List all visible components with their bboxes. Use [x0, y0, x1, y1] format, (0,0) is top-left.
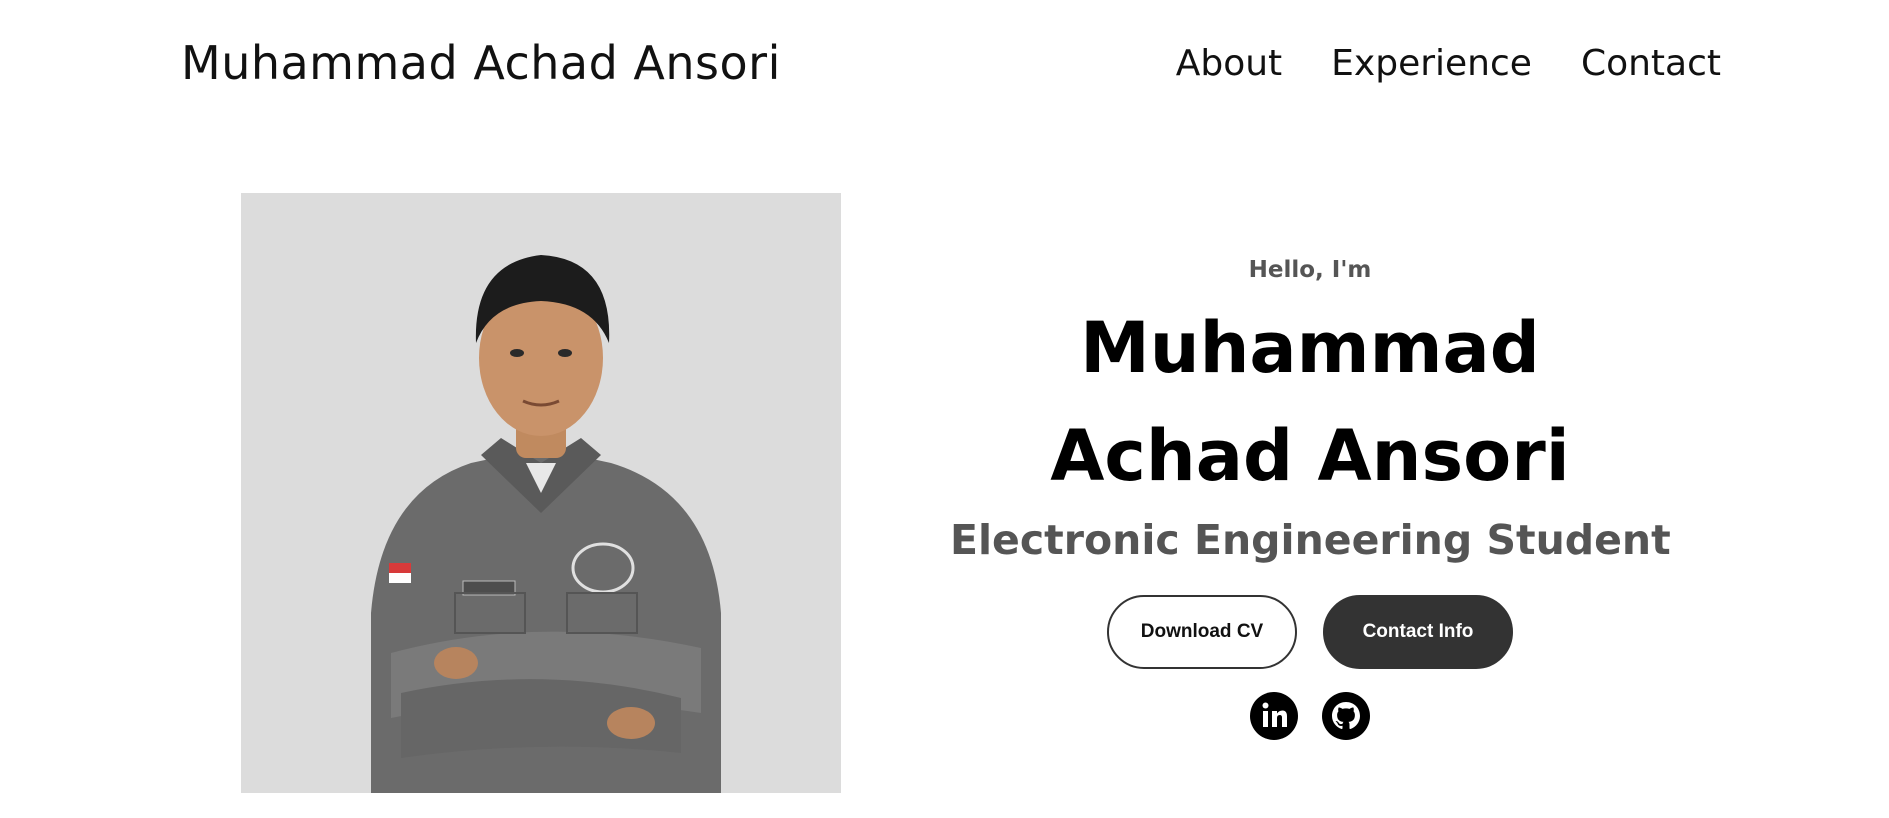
linkedin-icon	[1250, 692, 1298, 740]
hero-buttons: Download CV Contact Info	[950, 595, 1670, 669]
contact-info-button[interactable]: Contact Info	[1323, 595, 1513, 669]
greeting-text: Hello, I'm	[1248, 257, 1372, 283]
github-link[interactable]	[1322, 692, 1370, 744]
nav-link-about[interactable]: About	[1176, 40, 1282, 88]
hero-text: Hello, I'm Muhammad Achad Ansori Electro…	[950, 250, 1671, 744]
social-links	[950, 692, 1670, 744]
download-cv-button[interactable]: Download CV	[1107, 595, 1297, 669]
hero-name-line-2: Achad Ansori	[1050, 415, 1570, 497]
linkedin-link[interactable]	[1250, 692, 1298, 744]
navbar: Muhammad Achad Ansori About Experience C…	[0, 0, 1889, 125]
nav-link-contact[interactable]: Contact	[1581, 40, 1721, 88]
github-icon	[1322, 692, 1370, 740]
hero-name-line-1: Muhammad	[1080, 307, 1540, 389]
nav-links: About Experience Contact	[1176, 40, 1721, 88]
site-logo[interactable]: Muhammad Achad Ansori	[181, 33, 781, 93]
hero-name: Muhammad Achad Ansori	[950, 294, 1670, 510]
hero-title: Electronic Engineering Student	[950, 516, 1671, 564]
profile-photo	[241, 193, 841, 793]
nav-link-experience[interactable]: Experience	[1331, 40, 1532, 88]
profile-portrait-illustration	[241, 193, 841, 793]
